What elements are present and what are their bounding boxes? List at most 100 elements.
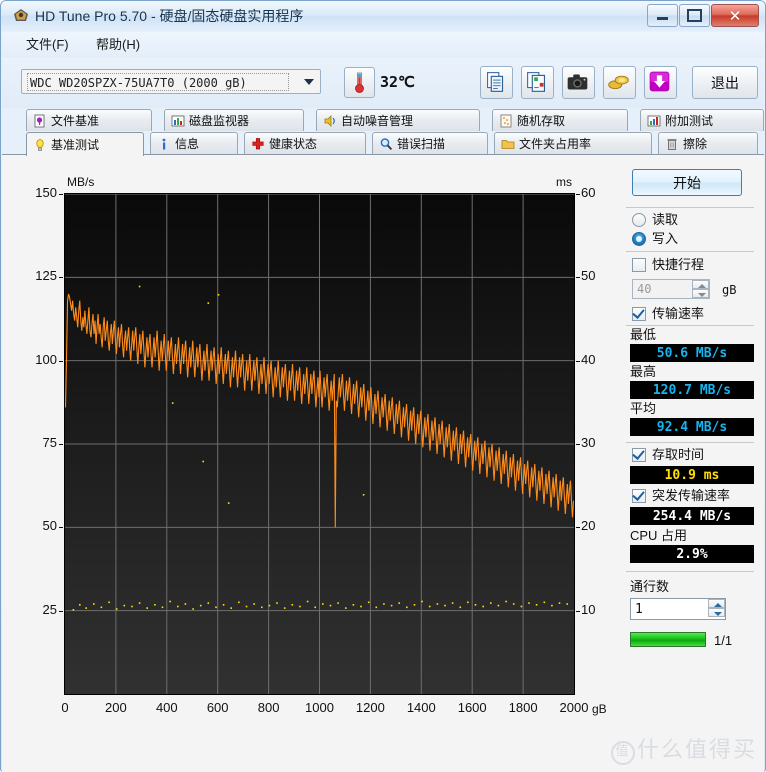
tab-extra-tests[interactable]: 附加测试: [640, 109, 764, 131]
start-button[interactable]: 开始: [632, 169, 742, 196]
y2-tick: 10: [581, 601, 596, 617]
radio-write-label: 写入: [652, 231, 679, 246]
tab-random-access[interactable]: 随机存取: [492, 109, 628, 131]
max-value: 120.7 MB/s: [630, 381, 754, 399]
camera-icon: [567, 74, 588, 90]
x-tick: 0: [61, 700, 69, 715]
min-value: 50.6 MB/s: [630, 344, 754, 362]
tab-erase[interactable]: 擦除: [658, 132, 758, 154]
magnifier-icon: [379, 137, 393, 151]
cpu-label: CPU 占用: [630, 528, 688, 543]
y2-axis-unit-label: ms: [556, 175, 572, 189]
x-tick: 200: [105, 700, 127, 715]
tab-row-bottom: 基准测试 信息 健康状态 错误扫描 文件夹占用率 擦除: [2, 132, 764, 156]
file-benchmark-icon: [33, 114, 47, 128]
disk-monitor-icon: [171, 114, 185, 128]
drive-select[interactable]: WDC WD20SPZX-75UA7T0 (2000 gB): [21, 69, 321, 94]
menu-help[interactable]: 帮助(H): [90, 36, 146, 54]
copy-button[interactable]: [480, 66, 513, 99]
access-time-label: 存取时间: [652, 447, 705, 462]
temperature-button[interactable]: [344, 67, 375, 98]
x-tick: 1600: [457, 700, 487, 715]
menu-file[interactable]: 文件(F): [20, 36, 75, 54]
x-tick: 600: [206, 700, 229, 715]
close-button[interactable]: ✕: [711, 4, 759, 27]
copy-icon: [486, 72, 504, 92]
tab-aam-label: 自动噪音管理: [341, 113, 414, 128]
y2-tick: 60: [581, 185, 596, 200]
short-stroke-stepper[interactable]: 40: [632, 279, 710, 299]
passes-label: 通行数: [630, 579, 670, 594]
radio-read-label: 读取: [652, 212, 679, 227]
avg-label: 平均: [630, 401, 657, 416]
passes-stepper[interactable]: 1: [630, 598, 726, 620]
download-button[interactable]: [644, 66, 677, 99]
x-tick: 400: [155, 700, 178, 715]
random-access-icon: [499, 114, 513, 128]
tab-disk-monitor[interactable]: 磁盘监视器: [164, 109, 304, 131]
toolbar: WDC WD20SPZX-75UA7T0 (2000 gB) 32℃ 退出: [2, 58, 764, 108]
tab-info[interactable]: 信息: [150, 132, 238, 154]
register-button[interactable]: [603, 66, 636, 99]
trash-icon: [665, 137, 679, 151]
health-cross-icon: [251, 137, 265, 151]
radio-read[interactable]: [632, 213, 646, 227]
short-stroke-checkbox[interactable]: [632, 258, 646, 272]
y-tick-mark: [59, 360, 63, 362]
title-bar: HD Tune Pro 5.70 - 硬盘/固态硬盘实用程序 ✕: [1, 1, 765, 31]
y2-tick-mark: [576, 527, 580, 529]
minimize-button[interactable]: [647, 4, 678, 27]
x-tick: 800: [257, 700, 280, 715]
folder-icon: [501, 137, 515, 151]
y2-tick-mark: [576, 277, 580, 279]
menu-bar: 文件(F) 帮助(H): [2, 32, 764, 58]
exit-button[interactable]: 退出: [692, 66, 758, 99]
burst-rate-checkbox[interactable]: [632, 489, 646, 503]
passes-down-button[interactable]: [708, 608, 725, 617]
passes-up-button[interactable]: [708, 599, 725, 608]
y-tick: 50: [42, 518, 57, 534]
window-buttons: ✕: [646, 4, 759, 27]
tab-aam[interactable]: 自动噪音管理: [316, 109, 480, 131]
radio-write[interactable]: [632, 232, 646, 246]
tab-file-benchmark-label: 文件基准: [51, 113, 100, 128]
tab-file-benchmark[interactable]: 文件基准: [26, 109, 152, 131]
tab-error-scan[interactable]: 错误扫描: [372, 132, 488, 154]
short-stroke-up-button[interactable]: [692, 280, 709, 289]
tab-info-label: 信息: [175, 136, 200, 151]
tab-health[interactable]: 健康状态: [244, 132, 366, 154]
tab-folder-usage[interactable]: 文件夹占用率: [494, 132, 652, 154]
access-time-value: 10.9 ms: [630, 466, 754, 484]
tab-extra-tests-label: 附加测试: [665, 113, 714, 128]
transfer-rate-checkbox[interactable]: [632, 307, 646, 321]
extra-tests-icon: [647, 114, 661, 128]
content-area: MB/s ms 25 50 75 100 125 150 10 20 30 40 50 60 0 20…: [2, 154, 764, 772]
avg-value: 92.4 MB/s: [630, 418, 754, 436]
download-arrow-icon: [649, 71, 670, 92]
tab-row-top: 文件基准 磁盘监视器 自动噪音管理 随机存取 附加测试: [2, 109, 764, 132]
y-axis-unit-label: MB/s: [67, 175, 95, 189]
transfer-rate-label: 传输速率: [652, 306, 705, 321]
cpu-value: 2.9%: [630, 545, 754, 563]
maximize-button[interactable]: [679, 4, 710, 27]
burst-rate-label: 突发传输速率: [652, 488, 731, 503]
min-label: 最低: [630, 327, 657, 342]
copy-image-button[interactable]: [521, 66, 554, 99]
y-tick-mark: [59, 527, 63, 529]
tab-random-access-label: 随机存取: [517, 113, 566, 128]
screenshot-button[interactable]: [562, 66, 595, 99]
chevron-down-icon: [304, 79, 314, 85]
progress-bar: [630, 632, 706, 647]
tab-folder-usage-label: 文件夹占用率: [519, 136, 592, 151]
hdd-icon: [14, 9, 28, 21]
tab-benchmark[interactable]: 基准测试: [26, 132, 144, 156]
start-button-label: 开始: [673, 174, 701, 191]
window-title: HD Tune Pro 5.70 - 硬盘/固态硬盘实用程序: [35, 8, 304, 24]
chart-svg: [65, 194, 574, 694]
passes-value: 1: [635, 602, 643, 617]
y-tick-mark: [59, 444, 63, 445]
y-tick-mark: [59, 194, 63, 195]
short-stroke-down-button[interactable]: [692, 289, 709, 298]
access-time-checkbox[interactable]: [632, 448, 646, 462]
short-stroke-value: 40: [637, 282, 652, 296]
